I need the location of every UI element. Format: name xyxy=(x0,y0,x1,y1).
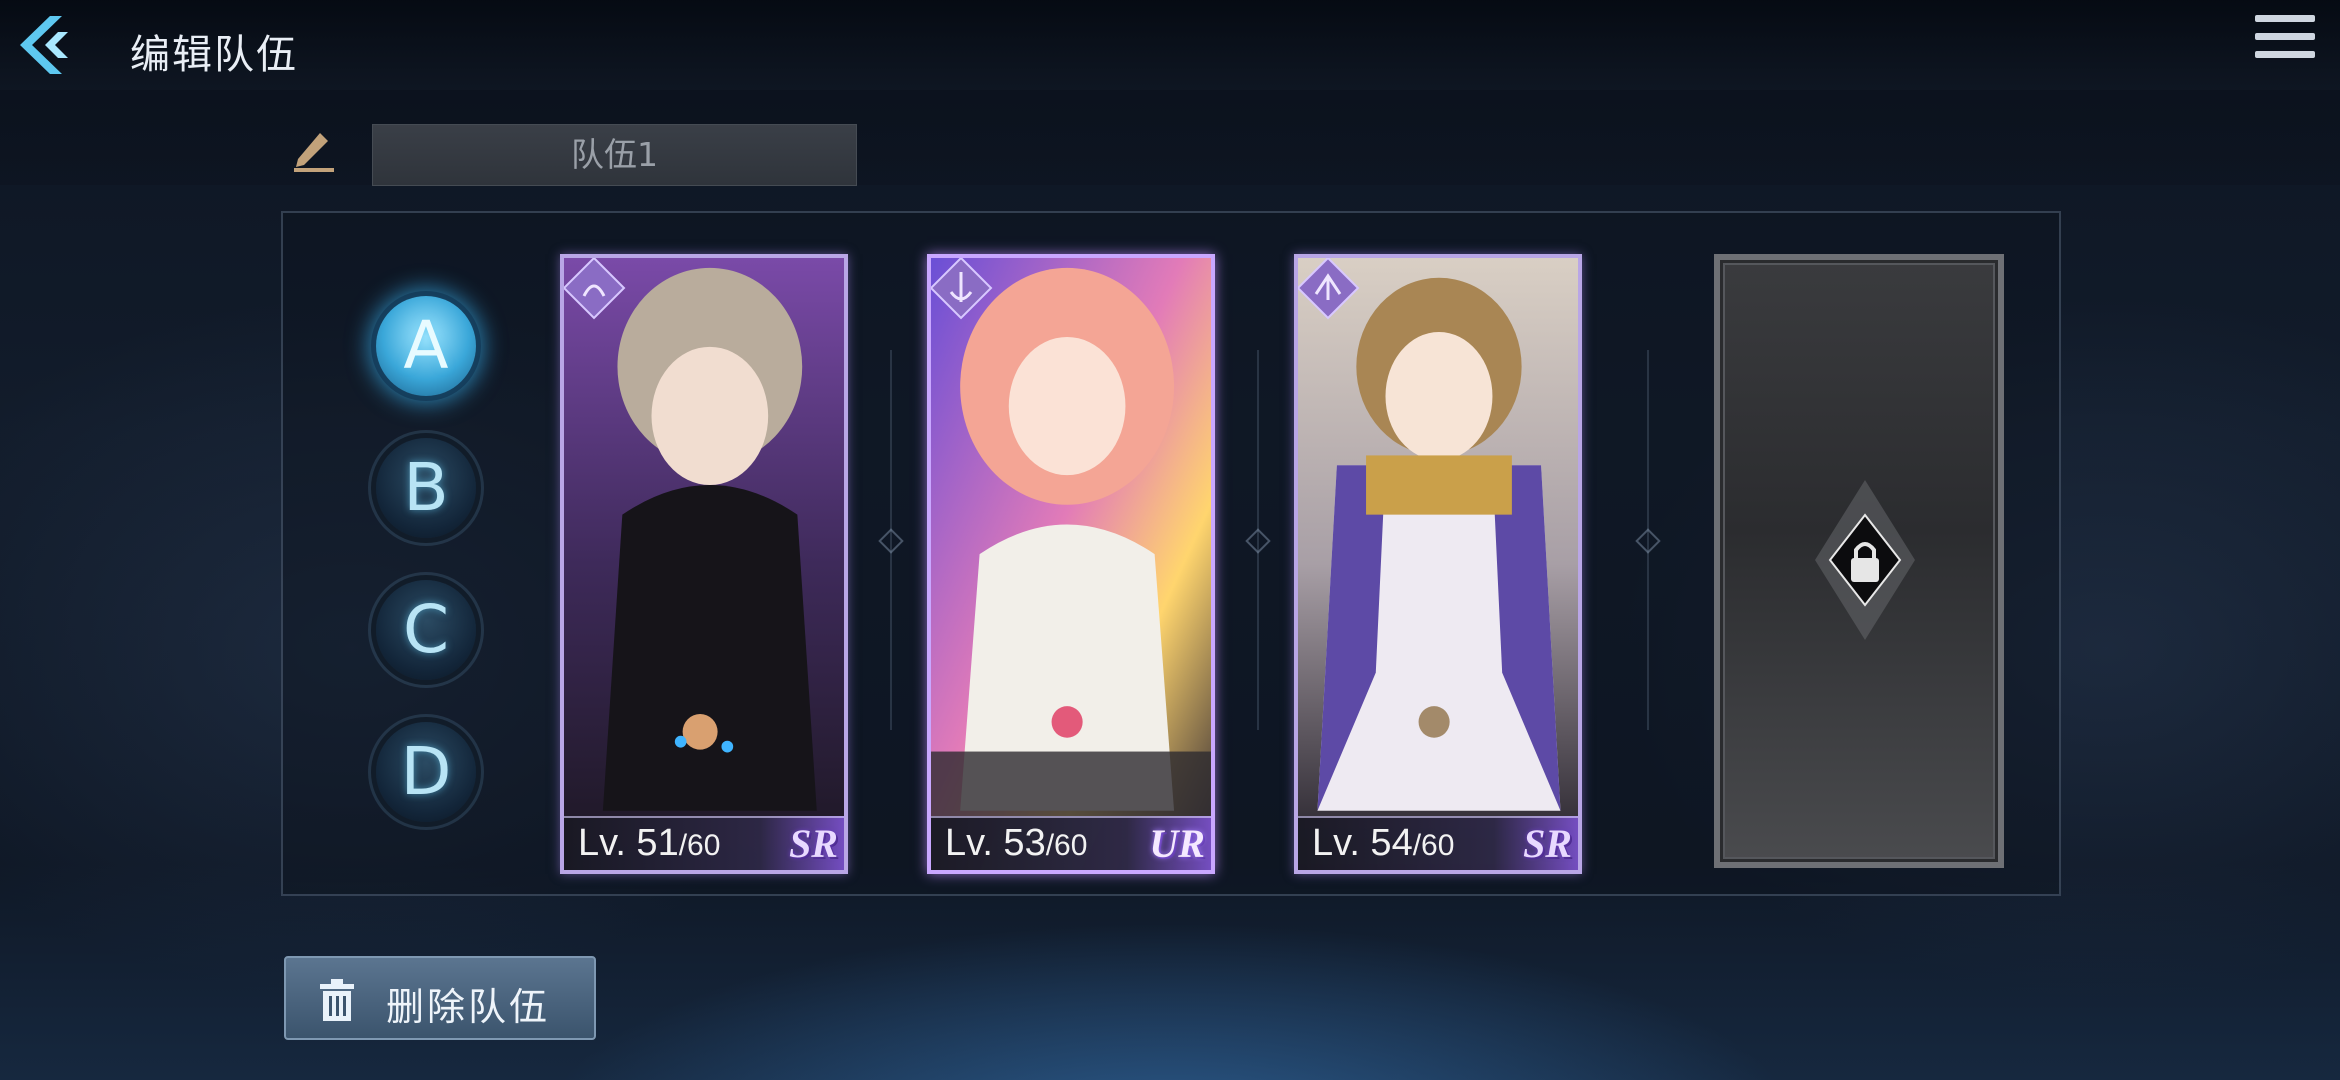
delete-team-button[interactable]: 删除队伍 xyxy=(284,956,596,1040)
anchor-emblem-icon xyxy=(931,258,993,320)
level-bar: Lv. 51/60 SR xyxy=(564,816,844,870)
level-text: Lv. 54/60 xyxy=(1312,822,1454,865)
page-title: 编辑队伍 xyxy=(130,32,298,78)
team-name-row xyxy=(0,90,2340,185)
slot-b-button[interactable]: B xyxy=(376,438,476,538)
trash-icon xyxy=(320,979,354,1021)
slot-d-button[interactable]: D xyxy=(376,722,476,822)
crest-emblem-icon xyxy=(1298,258,1360,320)
level-max: /60 xyxy=(678,829,721,862)
level-text: Lv. 53/60 xyxy=(945,822,1087,865)
rarity-badge: UR xyxy=(1149,821,1205,866)
character-card-2[interactable]: Lv. 53/60 UR xyxy=(927,254,1215,874)
level-max: /60 xyxy=(1412,829,1455,862)
menu-button[interactable] xyxy=(2255,15,2315,70)
level-text: Lv. 51/60 xyxy=(578,822,720,865)
locked-slot[interactable] xyxy=(1714,254,2004,868)
top-bar xyxy=(0,0,2340,90)
wing-emblem-icon xyxy=(564,258,626,320)
slot-a-button[interactable]: A xyxy=(376,296,476,396)
rarity-badge: SR xyxy=(1523,821,1572,866)
chevron-left-icon xyxy=(20,16,68,74)
character-portrait xyxy=(931,258,1211,870)
character-card-1[interactable]: Lv. 51/60 SR xyxy=(560,254,848,874)
rarity-badge: SR xyxy=(789,821,838,866)
character-portrait xyxy=(564,258,844,870)
delete-team-label: 删除队伍 xyxy=(386,985,551,1029)
menu-line xyxy=(2255,33,2315,40)
slot-c-button[interactable]: C xyxy=(376,580,476,680)
level-value: Lv. 54 xyxy=(1312,822,1413,864)
lock-icon xyxy=(1815,480,1915,640)
team-name-field[interactable]: 队伍1 xyxy=(372,124,857,186)
level-value: Lv. 51 xyxy=(578,822,679,864)
level-max: /60 xyxy=(1045,829,1088,862)
hamburger-menu-icon xyxy=(2255,15,2315,22)
character-card-3[interactable]: Lv. 54/60 SR xyxy=(1294,254,1582,874)
level-bar: Lv. 54/60 SR xyxy=(1298,816,1578,870)
level-bar: Lv. 53/60 UR xyxy=(931,816,1211,870)
menu-line xyxy=(2255,51,2315,58)
back-button[interactable] xyxy=(12,10,82,80)
level-value: Lv. 53 xyxy=(945,822,1046,864)
character-portrait xyxy=(1298,258,1578,870)
pencil-icon[interactable] xyxy=(290,125,338,173)
